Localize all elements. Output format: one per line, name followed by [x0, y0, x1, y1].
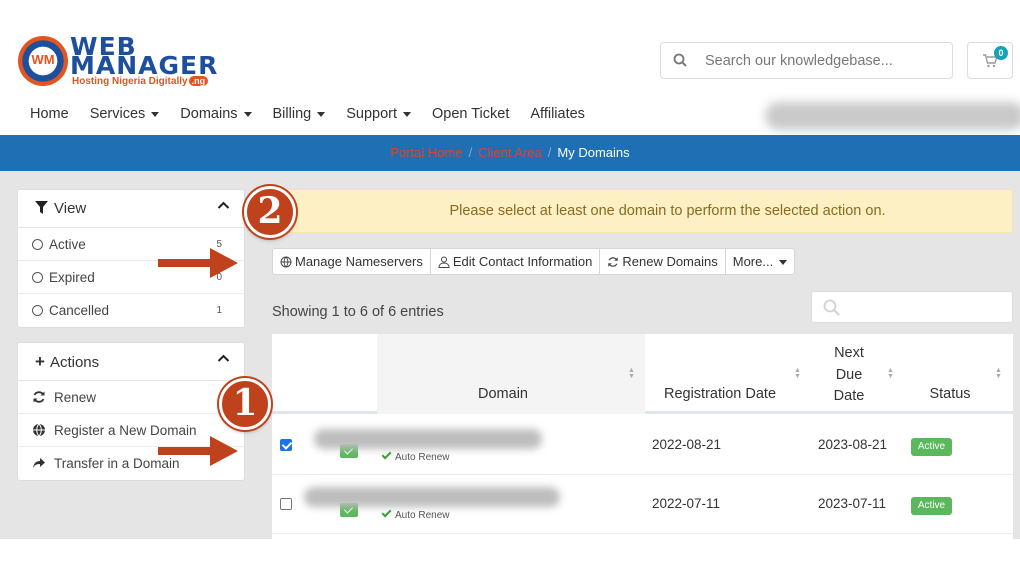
- sort-icon: ▲ ▼: [628, 367, 635, 380]
- table-row[interactable]: Auto Renew 2022-08-21 2023-08-21 Active: [272, 417, 1013, 475]
- column-domain[interactable]: Domain: [377, 386, 629, 402]
- blurred-domain-name[interactable]: [304, 487, 560, 507]
- radio-icon: [32, 272, 43, 283]
- site-logo[interactable]: WM WEB MANAGER Hosting Nigeria Digitally…: [18, 32, 217, 90]
- nav-services[interactable]: Services: [90, 106, 160, 130]
- caret-down-icon: [403, 111, 411, 117]
- check-icon: [381, 449, 392, 460]
- auto-renew-label: Auto Renew: [381, 449, 449, 463]
- status-badge: Active: [911, 438, 952, 456]
- caret-down-icon: [243, 111, 252, 117]
- count-badge: 1: [216, 305, 222, 316]
- globe-icon: [33, 423, 45, 437]
- registration-date: 2022-08-21: [652, 437, 722, 452]
- more-dropdown-button[interactable]: More...: [726, 249, 794, 274]
- search-icon: [823, 299, 840, 316]
- refresh-icon: [33, 391, 45, 403]
- logo-tagline: Hosting Nigeria Digitally .ng: [72, 76, 209, 87]
- plus-icon: +: [35, 352, 45, 371]
- nav-support[interactable]: Support: [346, 106, 411, 130]
- blurred-domain-name[interactable]: [314, 429, 542, 449]
- search-input[interactable]: [705, 49, 945, 73]
- cart-button[interactable]: 0: [967, 42, 1013, 79]
- next-due-date: 2023-07-11: [818, 496, 887, 511]
- edit-contact-button[interactable]: Edit Contact Information: [431, 249, 601, 274]
- check-icon: [381, 507, 392, 518]
- entries-info: Showing 1 to 6 of 6 entries: [272, 304, 444, 320]
- cart-count-badge: 0: [994, 46, 1008, 60]
- annotation-step-1: 1: [219, 378, 271, 430]
- registration-date: 2022-07-11: [652, 496, 721, 511]
- row-checkbox[interactable]: [280, 498, 292, 510]
- caret-down-icon: [317, 111, 326, 117]
- column-registration-date[interactable]: Registration Date: [652, 386, 788, 402]
- next-due-date: 2023-08-21: [818, 437, 888, 452]
- table-filter-input[interactable]: [811, 291, 1013, 323]
- bulk-actions-toolbar: Manage Nameservers Edit Contact Informat…: [272, 248, 796, 275]
- share-arrow-icon: [33, 458, 45, 469]
- nav-affiliates[interactable]: Affiliates: [530, 106, 585, 130]
- refresh-icon: [608, 257, 619, 267]
- status-badge: Active: [911, 497, 952, 515]
- breadcrumb-portal-home[interactable]: Portal Home: [390, 145, 462, 160]
- caret-down-icon: [779, 260, 788, 266]
- filter-cancelled[interactable]: Cancelled 1: [18, 294, 244, 327]
- warning-alert: Please select at least one domain to per…: [272, 189, 1013, 233]
- sort-icon: ▲ ▼: [995, 367, 1002, 380]
- annotation-arrow-1: [158, 436, 238, 466]
- filter-icon: [35, 201, 48, 214]
- row-checkbox[interactable]: [280, 439, 292, 451]
- column-next-due-date[interactable]: Next Due Date: [812, 343, 886, 408]
- actions-panel-header[interactable]: + Actions: [18, 343, 244, 381]
- nav-open-ticket[interactable]: Open Ticket: [432, 106, 509, 130]
- manage-nameservers-button[interactable]: Manage Nameservers: [273, 249, 431, 274]
- table-row[interactable]: Auto Renew 2022-07-11 2023-07-11 Active: [272, 476, 1013, 534]
- globe-icon: [280, 256, 292, 268]
- renew-domains-button[interactable]: Renew Domains: [600, 249, 726, 274]
- view-panel-header[interactable]: View: [18, 190, 244, 228]
- chevron-up-icon[interactable]: [217, 199, 230, 212]
- caret-down-icon: [151, 111, 160, 117]
- search-icon: [673, 53, 687, 67]
- sort-icon: ▲ ▼: [887, 367, 894, 380]
- auto-renew-label: Auto Renew: [381, 507, 449, 521]
- radio-icon: [32, 305, 43, 316]
- main-navigation: Home Services Domains Billing Support Op…: [30, 106, 606, 130]
- action-renew[interactable]: Renew: [18, 381, 244, 414]
- nav-domains[interactable]: Domains: [180, 106, 252, 130]
- sort-icon: ▲ ▼: [794, 367, 801, 380]
- radio-icon: [32, 239, 43, 250]
- blurred-account-menu[interactable]: [765, 102, 1020, 130]
- table-header: Domain ▲ ▼ Registration Date ▲ ▼ Next Due Da…: [272, 334, 1013, 414]
- breadcrumb-client-area[interactable]: Client Area: [478, 145, 542, 160]
- chevron-up-icon[interactable]: [217, 352, 230, 365]
- nav-home[interactable]: Home: [30, 106, 69, 130]
- globe-logo-icon: WM: [18, 36, 68, 86]
- breadcrumb-current: My Domains: [557, 145, 630, 160]
- user-icon: [438, 256, 450, 268]
- column-status[interactable]: Status: [917, 386, 983, 402]
- breadcrumb: Portal Home / Client Area / My Domains: [0, 135, 1020, 171]
- nav-billing[interactable]: Billing: [273, 106, 326, 130]
- knowledgebase-search[interactable]: [660, 42, 953, 79]
- annotation-step-2: 2: [244, 186, 296, 238]
- domains-table: Domain ▲ ▼ Registration Date ▲ ▼ Next Due Da…: [272, 334, 1013, 539]
- annotation-arrow-2: [158, 248, 238, 278]
